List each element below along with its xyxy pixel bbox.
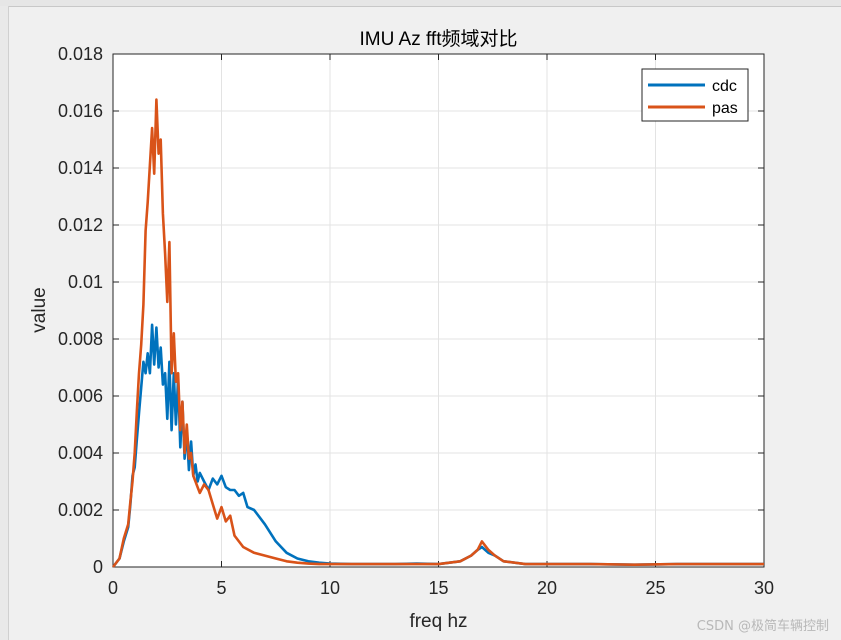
y-tick-label: 0.012 [58,215,103,235]
fft-chart: 0 5 10 15 20 25 30 0 0.002 0.004 0.006 0.008 0.01 0.0… [29,28,774,632]
x-tick-label: 10 [320,578,340,598]
x-tick-label: 30 [754,578,774,598]
y-tick-label: 0.002 [58,500,103,520]
x-tick-label: 25 [645,578,665,598]
window-top-strip [0,0,841,7]
window-left-edge [0,6,9,640]
x-axis-label: freq hz [409,611,467,632]
x-tick-label: 20 [537,578,557,598]
x-tick-label: 5 [216,578,226,598]
y-tick-label: 0.01 [68,272,103,292]
y-tick-label: 0.018 [58,44,103,64]
y-tick-label: 0.016 [58,101,103,121]
legend-label-cdc: cdc [712,78,737,95]
y-tick-label: 0.014 [58,158,103,178]
y-tick-label: 0.004 [58,443,103,463]
watermark: CSDN @极简车辆控制 [696,619,829,634]
legend-label-pas: pas [712,100,738,117]
y-tick-label: 0.008 [58,329,103,349]
y-tick-label: 0.006 [58,386,103,406]
x-tick-label: 15 [428,578,448,598]
chart-title: IMU Az fft频域对比 [359,28,517,50]
figure-window: 0 5 10 15 20 25 30 0 0.002 0.004 0.006 0.008 0.01 0.0… [9,7,841,640]
y-tick-label: 0 [93,557,103,577]
x-tick-label: 0 [108,578,118,598]
y-axis-label: value [29,287,50,332]
legend[interactable]: cdc pas [641,68,749,122]
